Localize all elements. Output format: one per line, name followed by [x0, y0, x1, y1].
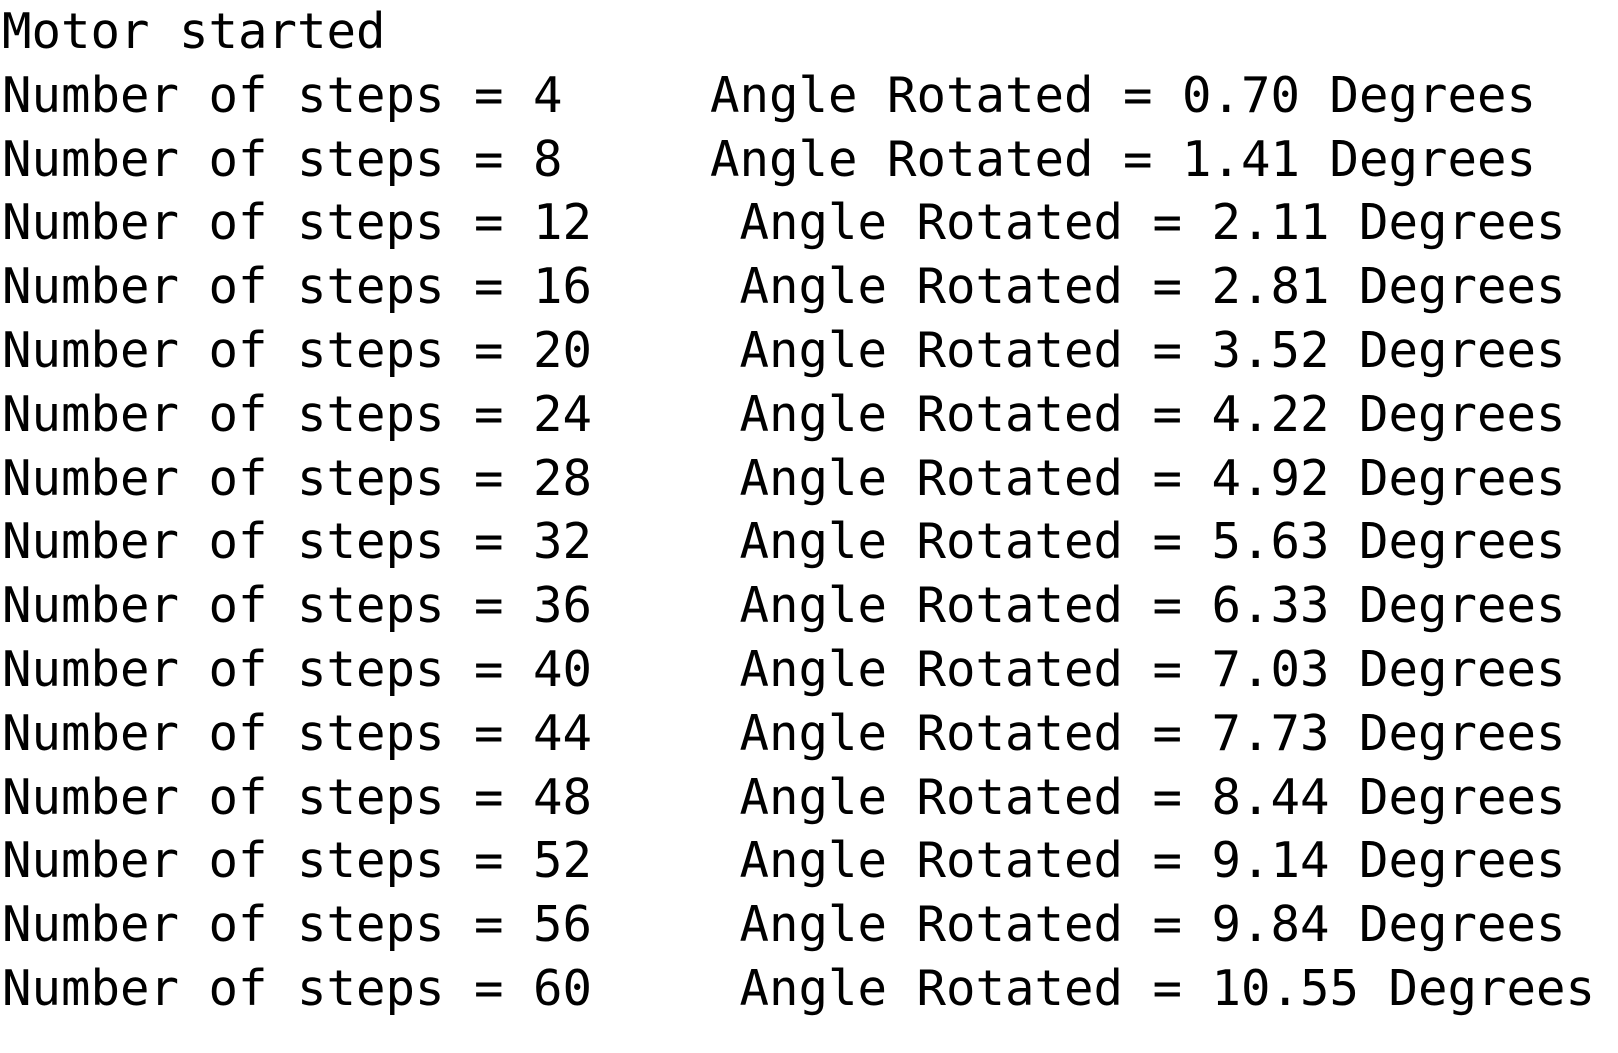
console-line: Number of steps = 36 Angle Rotated = 6.3… [0, 574, 1618, 638]
step-count-text: Number of steps = 24 Angle Rotated = 4.2… [2, 385, 1566, 443]
step-count-text: Number of steps = 16 Angle Rotated = 2.8… [2, 258, 1566, 316]
console-line: Number of steps = 12 Angle Rotated = 2.1… [0, 191, 1618, 255]
step-count-text: Number of steps = 36 Angle Rotated = 6.3… [2, 577, 1566, 635]
step-count-text: Number of steps = 60 Angle Rotated = 10.… [2, 959, 1596, 1017]
console-line: Number of steps = 52 Angle Rotated = 9.1… [0, 829, 1618, 893]
console-rows-container: Number of steps = 4 Angle Rotated = 0.70… [0, 64, 1618, 1021]
step-count-text: Number of steps = 20 Angle Rotated = 3.5… [2, 321, 1566, 379]
console-line: Number of steps = 32 Angle Rotated = 5.6… [0, 510, 1618, 574]
console-line: Number of steps = 4 Angle Rotated = 0.70… [0, 64, 1618, 128]
console-output-area: Motor started Number of steps = 4 Angle … [0, 0, 1618, 1053]
console-line: Number of steps = 44 Angle Rotated = 7.7… [0, 702, 1618, 766]
step-count-text: Number of steps = 52 Angle Rotated = 9.1… [2, 832, 1566, 890]
step-count-text: Number of steps = 32 Angle Rotated = 5.6… [2, 513, 1566, 571]
step-count-text: Number of steps = 40 Angle Rotated = 7.0… [2, 640, 1566, 698]
step-count-text: Number of steps = 44 Angle Rotated = 7.7… [2, 704, 1566, 762]
step-count-text: Number of steps = 28 Angle Rotated = 4.9… [2, 449, 1566, 507]
status-line-motor-started: Motor started [2, 3, 386, 60]
console-line: Number of steps = 24 Angle Rotated = 4.2… [0, 383, 1618, 447]
console-line: Number of steps = 56 Angle Rotated = 9.8… [0, 893, 1618, 957]
step-count-text: Number of steps = 8 Angle Rotated = 1.41… [2, 130, 1537, 188]
console-line: Number of steps = 40 Angle Rotated = 7.0… [0, 638, 1618, 702]
step-count-text: Number of steps = 4 Angle Rotated = 0.70… [2, 66, 1537, 124]
console-line: Number of steps = 28 Angle Rotated = 4.9… [0, 447, 1618, 511]
step-count-text: Number of steps = 48 Angle Rotated = 8.4… [2, 768, 1566, 826]
console-line: Number of steps = 8 Angle Rotated = 1.41… [0, 128, 1618, 192]
console-line: Number of steps = 48 Angle Rotated = 8.4… [0, 766, 1618, 830]
step-count-text: Number of steps = 56 Angle Rotated = 9.8… [2, 896, 1566, 954]
console-line: Number of steps = 16 Angle Rotated = 2.8… [0, 255, 1618, 319]
console-line: Number of steps = 60 Angle Rotated = 10.… [0, 957, 1618, 1021]
step-count-text: Number of steps = 12 Angle Rotated = 2.1… [2, 194, 1566, 252]
console-line: Number of steps = 20 Angle Rotated = 3.5… [0, 319, 1618, 383]
